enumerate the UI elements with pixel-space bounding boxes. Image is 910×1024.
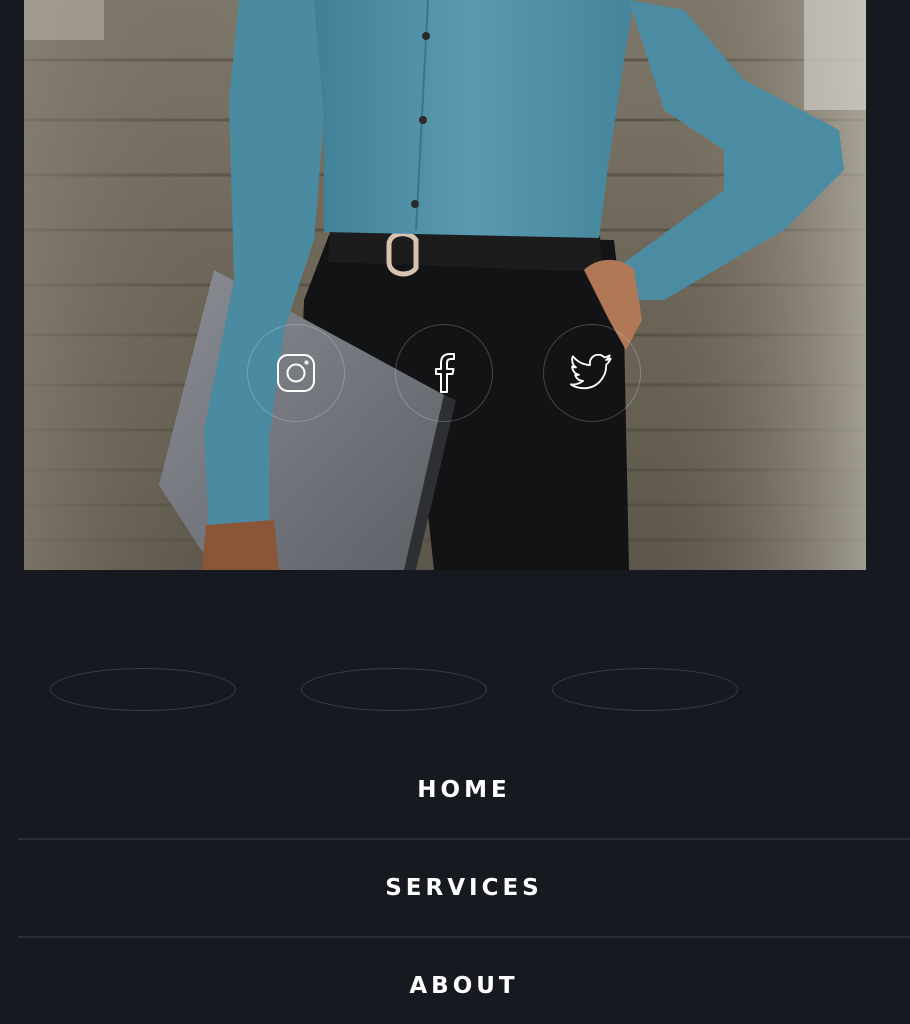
placeholder-button-1[interactable]: [50, 668, 236, 711]
facebook-link[interactable]: [395, 324, 493, 422]
placeholder-button-3[interactable]: [552, 668, 738, 711]
nav-item-services[interactable]: SERVICES: [18, 840, 910, 936]
nav-item-label: HOME: [417, 777, 511, 803]
instagram-link[interactable]: [247, 324, 345, 422]
facebook-icon: [435, 353, 455, 393]
twitter-link[interactable]: [543, 324, 641, 422]
hero-image: [24, 0, 866, 570]
instagram-icon: [277, 354, 315, 392]
twitter-icon: [570, 354, 612, 390]
nav-item-home[interactable]: HOME: [18, 742, 910, 838]
main-navigation: HOME SERVICES ABOUT: [18, 742, 910, 1024]
woman-with-laptop-photo: [24, 0, 866, 570]
placeholder-button-2[interactable]: [301, 668, 487, 711]
page: HOME SERVICES ABOUT: [0, 0, 910, 1024]
nav-item-label: ABOUT: [409, 973, 519, 999]
nav-item-about[interactable]: ABOUT: [18, 938, 910, 1024]
nav-item-label: SERVICES: [385, 875, 543, 901]
